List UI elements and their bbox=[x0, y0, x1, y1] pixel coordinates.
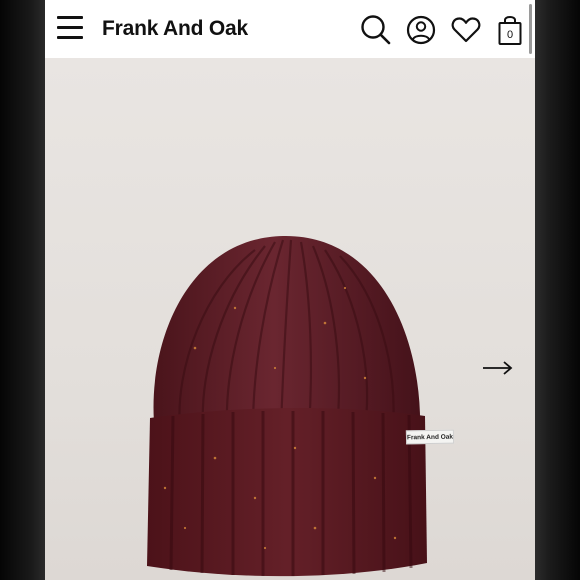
arrow-right-icon[interactable] bbox=[481, 356, 515, 380]
right-bezel bbox=[535, 0, 580, 580]
account-icon[interactable] bbox=[405, 13, 437, 47]
cart-count: 0 bbox=[507, 29, 513, 41]
beanie-image bbox=[147, 235, 427, 577]
scrollbar[interactable] bbox=[529, 4, 532, 54]
menu-icon[interactable] bbox=[57, 16, 85, 42]
phone-screen: Frank And Oak 0 Frank And Oak bbox=[45, 0, 535, 580]
left-bezel bbox=[0, 0, 45, 580]
product-image-area: Frank And Oak bbox=[45, 58, 535, 580]
heart-icon[interactable] bbox=[450, 13, 482, 47]
hat-brand-label: Frank And Oak bbox=[405, 429, 455, 445]
top-navigation-bar: Frank And Oak 0 bbox=[45, 0, 535, 59]
search-icon[interactable] bbox=[360, 13, 392, 47]
cart-icon[interactable]: 0 bbox=[497, 13, 523, 47]
brand-logo[interactable]: Frank And Oak bbox=[102, 17, 248, 41]
